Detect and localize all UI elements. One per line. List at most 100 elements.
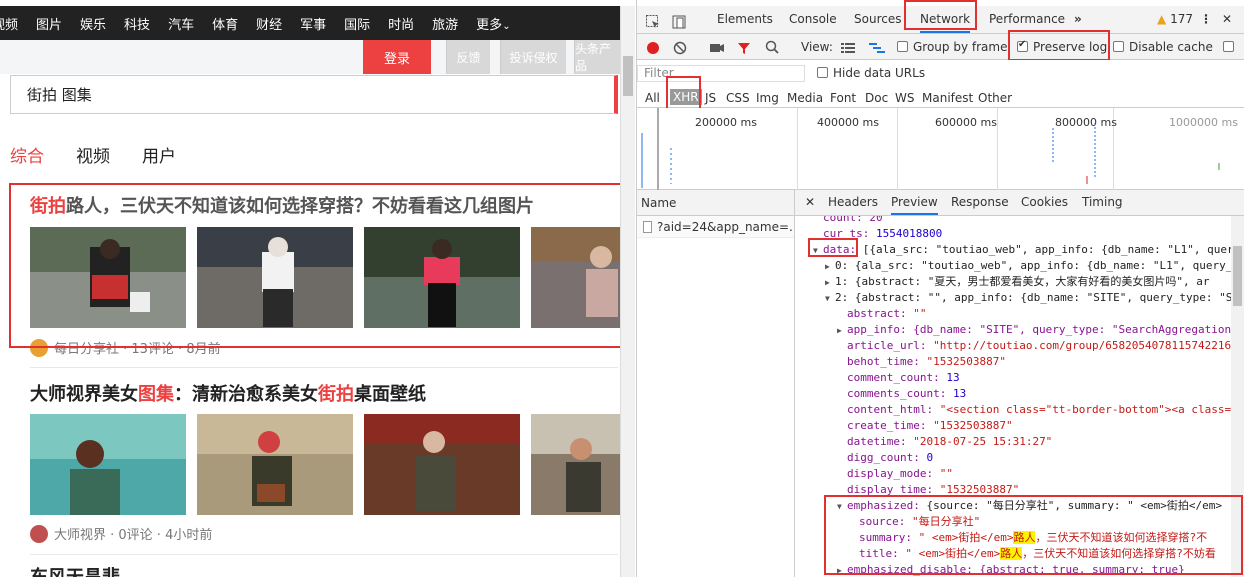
type-filter-xhr[interactable]: XHR [670, 89, 702, 105]
close-details-icon[interactable]: ✕ [805, 190, 815, 215]
tab-elements[interactable]: Elements [717, 6, 773, 33]
tree-node-create-time[interactable]: create_time: "1532503887" [847, 418, 1013, 434]
nav-item-international[interactable]: 国际 [344, 14, 370, 33]
photo-thumbnail[interactable] [364, 227, 520, 328]
type-filter-img[interactable]: Img [756, 91, 779, 105]
search-result-2[interactable]: 大师视界美女图集：清新治愈系美女街拍桌面壁纸 大师视界 · 0评论 · 4小时前 [30, 380, 620, 543]
photo-thumbnail[interactable] [197, 414, 353, 515]
device-toolbar-icon[interactable] [671, 6, 687, 33]
tree-node-item-2[interactable]: ▼ 2: {abstract: "", app_info: {db_name: "… [825, 290, 1231, 306]
type-filter-other[interactable]: Other [978, 91, 1012, 105]
hide-data-urls-checkbox[interactable]: Hide data URLs [817, 66, 925, 80]
nav-item-finance[interactable]: 财经 [256, 14, 282, 33]
more-tabs-button[interactable]: » [1074, 6, 1082, 33]
scrollbar-thumb[interactable] [623, 56, 633, 96]
tree-node-content-html[interactable]: content_html: "<section class="tt-border… [847, 402, 1231, 418]
tree-node-comment-count[interactable]: comment_count: 13 [847, 370, 960, 386]
type-filter-font[interactable]: Font [830, 91, 856, 105]
tree-node-item-1[interactable]: ▶ 1: {abstract: "夏天，男士都爱看美女，大家有好看的美女图片吗",… [825, 274, 1209, 290]
tree-node-emphasized-disable[interactable]: ▶ emphasized_disable: {abstract: true, su… [837, 562, 1185, 577]
type-filter-media[interactable]: Media [787, 91, 823, 105]
tree-node-data[interactable]: ▼ data: [{ala_src: "toutiao_web", app_inf… [813, 242, 1231, 258]
nav-item-entertainment[interactable]: 娱乐 [80, 14, 106, 33]
nav-item-pictures[interactable]: 图片 [36, 14, 62, 33]
type-filter-ws[interactable]: WS [895, 91, 914, 105]
result-2-title[interactable]: 大师视界美女图集：清新治愈系美女街拍桌面壁纸 [30, 380, 620, 406]
tab-network[interactable]: Network [920, 6, 971, 33]
search-result-3[interactable]: 东风天昌悲 [30, 563, 620, 577]
tree-node-comments-count[interactable]: comments_count: 13 [847, 386, 966, 402]
preview-scrollbar[interactable] [1231, 216, 1244, 577]
search-icon[interactable] [765, 39, 779, 54]
tab-headers[interactable]: Headers [828, 190, 878, 215]
offline-checkbox[interactable] [1223, 40, 1239, 54]
photo-thumbnail[interactable] [30, 414, 186, 515]
nav-item-military[interactable]: 军事 [300, 14, 326, 33]
nav-item-more[interactable]: 更多⌄ [476, 14, 510, 33]
search-result-1[interactable]: 街拍路人，三伏天不知道该如何选择穿搭？不妨看看这几组图片 每日分享社 · 13评… [30, 192, 620, 357]
tab-timing[interactable]: Timing [1082, 190, 1123, 215]
disable-cache-checkbox[interactable]: Disable cache [1113, 40, 1213, 54]
photo-thumbnail[interactable] [30, 227, 186, 328]
result-1-title[interactable]: 街拍路人，三伏天不知道该如何选择穿搭？不妨看看这几组图片 [30, 192, 620, 218]
tab-sources[interactable]: Sources [854, 6, 901, 33]
tree-node-datetime[interactable]: datetime: "2018-07-25 15:31:27" [847, 434, 1052, 450]
waterfall-icon[interactable] [869, 40, 885, 54]
request-row[interactable]: ?aid=24&app_name=... [637, 216, 794, 238]
website-scrollbar[interactable] [620, 6, 635, 577]
photo-thumbnail[interactable] [531, 414, 620, 515]
capture-screenshots-icon[interactable] [709, 40, 725, 55]
tree-node-behot-time[interactable]: behot_time: "1532503887" [847, 354, 1006, 370]
tab-response[interactable]: Response [951, 190, 1009, 215]
toutiao-products-link[interactable]: 头条产品 [574, 40, 620, 74]
scrollbar-thumb[interactable] [1233, 246, 1242, 306]
tree-node-emphasized[interactable]: ▼ emphasized: {source: "每日分享社", summary: … [837, 498, 1222, 514]
result-3-title[interactable]: 东风天昌悲 [30, 563, 620, 577]
tab-performance[interactable]: Performance [989, 6, 1065, 33]
preserve-log-checkbox[interactable]: Preserve log [1017, 39, 1107, 54]
search-input[interactable]: 街拍 图集 [10, 75, 618, 114]
report-infringement-link[interactable]: 投诉侵权 [500, 40, 566, 74]
login-button[interactable]: 登录 [363, 40, 431, 74]
tab-video[interactable]: 视频 [76, 142, 110, 167]
kebab-menu-icon[interactable]: ⋮ [1200, 6, 1212, 33]
tree-node-article-url[interactable]: article_url: "http://toutiao.com/group/6… [847, 338, 1231, 354]
tab-console[interactable]: Console [789, 6, 837, 33]
group-by-frame-checkbox[interactable]: Group by frame [897, 40, 1007, 54]
tab-all[interactable]: 综合 [10, 142, 44, 167]
tree-node-title[interactable]: title: " <em>街拍</em>路人，三伏天不知道该如何选择穿搭?不妨看 [859, 546, 1216, 562]
clear-icon[interactable] [673, 40, 687, 55]
close-icon[interactable]: ✕ [1222, 6, 1232, 33]
nav-item-auto[interactable]: 汽车 [168, 14, 194, 33]
tree-node-item-0[interactable]: ▶ 0: {ala_src: "toutiao_web", app_info: {… [825, 258, 1231, 274]
photo-thumbnail[interactable] [197, 227, 353, 328]
tab-user[interactable]: 用户 [142, 142, 176, 167]
type-filter-all[interactable]: All [645, 91, 660, 105]
network-timeline-overview[interactable]: 200000 ms 400000 ms 600000 ms 800000 ms … [637, 108, 1244, 190]
tree-node-count[interactable]: count: 20 [823, 216, 883, 226]
nav-item-tech[interactable]: 科技 [124, 14, 150, 33]
filter-icon[interactable] [737, 40, 751, 55]
photo-thumbnail[interactable] [364, 414, 520, 515]
nav-item-travel[interactable]: 旅游 [432, 14, 458, 33]
tree-node-source[interactable]: source: "每日分享社" [859, 514, 980, 530]
type-filter-js[interactable]: JS [705, 91, 716, 105]
type-filter-css[interactable]: CSS [726, 91, 750, 105]
tree-node-cur-ts[interactable]: cur_ts: 1554018800 [823, 226, 942, 242]
nav-item-fashion[interactable]: 时尚 [388, 14, 414, 33]
tab-cookies[interactable]: Cookies [1021, 190, 1068, 215]
tree-node-app-info[interactable]: ▶ app_info: {db_name: "SITE", query_type:… [837, 322, 1231, 338]
name-column-header[interactable]: Name [637, 190, 794, 216]
nav-item-video[interactable]: 视频 [0, 14, 18, 33]
feedback-link[interactable]: 反馈 [446, 40, 490, 74]
large-rows-icon[interactable] [841, 40, 855, 54]
record-icon[interactable] [646, 40, 660, 55]
inspect-element-icon[interactable] [645, 6, 661, 33]
type-filter-manifest[interactable]: Manifest [922, 91, 973, 105]
tree-node-abstract[interactable]: abstract: "" [847, 306, 926, 322]
tree-node-digg-count[interactable]: digg_count: 0 [847, 450, 933, 466]
tab-preview[interactable]: Preview [891, 190, 938, 215]
nav-item-sports[interactable]: 体育 [212, 14, 238, 33]
tree-node-display-time[interactable]: display_time: "1532503887" [847, 482, 1019, 498]
tree-node-display-mode[interactable]: display_mode: "" [847, 466, 953, 482]
